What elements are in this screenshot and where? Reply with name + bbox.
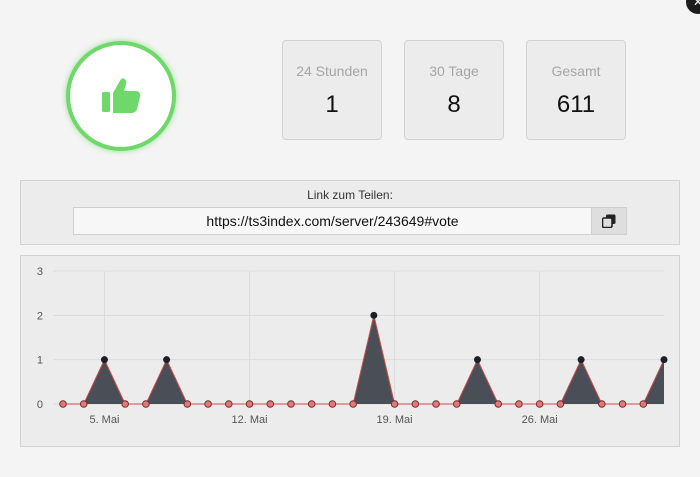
data-point xyxy=(79,400,88,408)
data-point xyxy=(287,400,295,408)
data-point xyxy=(183,400,192,408)
data-point xyxy=(577,356,585,364)
copy-icon xyxy=(602,214,616,228)
data-point xyxy=(535,400,544,408)
stat-label: 24 Stunden xyxy=(296,63,368,79)
x-tick-label: 12. Mai xyxy=(231,414,267,426)
data-point xyxy=(618,400,627,408)
data-point xyxy=(494,400,503,408)
y-tick-label: 1 xyxy=(37,355,43,367)
stat-30-days: 30 Tage 8 xyxy=(404,40,504,140)
data-point xyxy=(515,400,523,408)
votes-chart: 0 1 2 3 5. Mai 12. Mai 19. Mai 26. Mai xyxy=(20,255,680,447)
data-point xyxy=(245,400,254,408)
stat-value: 8 xyxy=(447,91,461,118)
data-point xyxy=(100,356,108,364)
stat-24-hours: 24 Stunden 1 xyxy=(282,40,382,140)
votes-chart-svg: 0 1 2 3 5. Mai 12. Mai 19. Mai 26. Mai xyxy=(37,266,668,426)
stat-value: 611 xyxy=(556,91,596,118)
close-icon: ✕ xyxy=(692,0,700,9)
data-point xyxy=(432,400,440,408)
data-point xyxy=(163,356,171,364)
data-point xyxy=(390,400,399,408)
x-tick-label: 5. Mai xyxy=(89,414,119,426)
share-label: Link zum Teilen: xyxy=(307,188,393,202)
y-tick-label: 2 xyxy=(37,310,43,322)
data-point xyxy=(204,400,212,408)
data-point xyxy=(349,400,357,408)
vote-button[interactable] xyxy=(66,41,176,151)
data-point xyxy=(556,400,565,408)
data-point xyxy=(411,400,420,408)
close-button[interactable]: ✕ xyxy=(686,0,700,14)
y-tick-label: 3 xyxy=(37,266,43,278)
data-point xyxy=(224,400,233,408)
share-url-field[interactable]: https://ts3index.com/server/243649#vote xyxy=(73,207,591,235)
data-point xyxy=(307,400,316,408)
stat-value: 1 xyxy=(325,91,339,118)
stat-label: 30 Tage xyxy=(429,63,479,79)
stat-total: Gesamt 611 xyxy=(526,40,626,140)
data-point xyxy=(473,356,481,364)
data-point xyxy=(59,400,67,408)
data-point xyxy=(266,400,275,408)
copy-button[interactable] xyxy=(591,207,627,235)
data-point xyxy=(328,400,337,408)
data-point xyxy=(639,400,648,408)
data-point xyxy=(121,400,129,408)
data-point xyxy=(598,400,606,408)
x-tick-label: 26. Mai xyxy=(522,414,558,426)
x-tick-label: 19. Mai xyxy=(377,414,413,426)
data-point xyxy=(142,400,150,408)
stat-label: Gesamt xyxy=(551,63,601,79)
data-point xyxy=(660,356,668,364)
thumbs-up-icon xyxy=(102,78,141,113)
data-point xyxy=(452,400,461,408)
share-panel: Link zum Teilen: https://ts3index.com/se… xyxy=(20,180,680,245)
data-point xyxy=(370,311,378,319)
y-tick-label: 0 xyxy=(37,399,43,411)
